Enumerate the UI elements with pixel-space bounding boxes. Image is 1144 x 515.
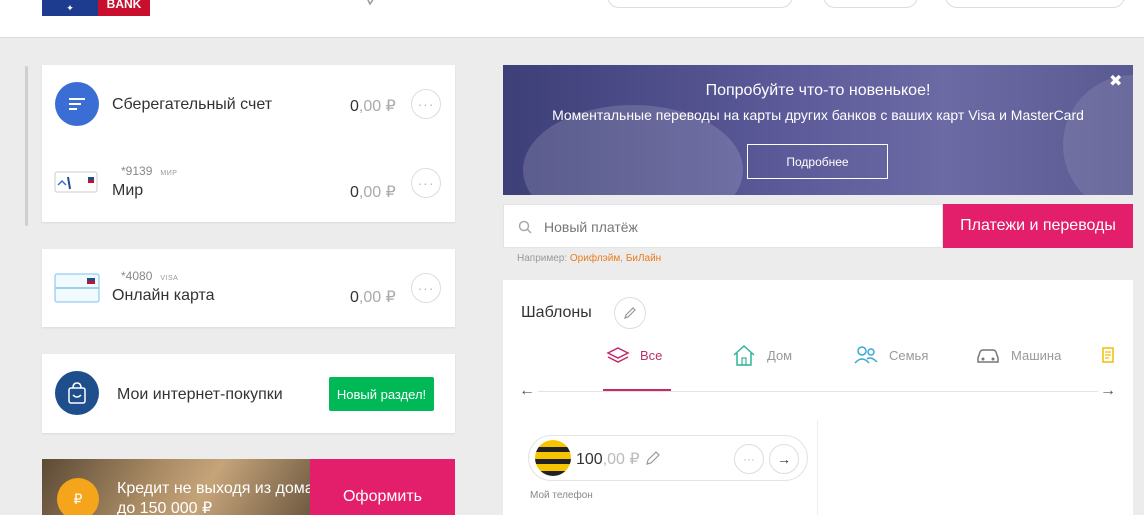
eagle-icon: ✦ — [66, 2, 74, 13]
example-link-beeline[interactable]: БиЛайн — [626, 253, 661, 264]
shopping-label: Мои интернет-покупки — [117, 386, 283, 403]
account-name: Сберегательный счет — [112, 96, 273, 113]
card-balance: 0,00 ₽ — [350, 184, 396, 201]
edit-templates-button[interactable] — [614, 297, 646, 329]
card-more-button[interactable]: ··· — [411, 273, 441, 303]
visa-card-icon — [54, 273, 100, 303]
logo-text: BANK — [98, 0, 150, 16]
promo-subtitle: Моментальные переводы на карты других ба… — [552, 107, 1084, 123]
layers-icon — [606, 347, 630, 363]
utilities-icon[interactable] — [1100, 346, 1116, 364]
template-my-phone[interactable]: 100,00 ₽ ··· → — [528, 435, 808, 481]
scroll-left-arrow[interactable]: ← — [519, 382, 535, 400]
template-more-button[interactable]: ··· — [734, 444, 764, 474]
ruble-coin-icon: ₽ — [57, 478, 99, 515]
example-link-oriflame[interactable]: Орифлэйм — [570, 253, 620, 264]
templates-title: Шаблоны — [521, 304, 592, 321]
mir-card-icon — [54, 171, 98, 193]
edit-template-icon[interactable] — [645, 450, 661, 466]
payment-search-input[interactable]: Новый платёж — [503, 204, 943, 248]
search-placeholder: Новый платёж — [544, 219, 638, 235]
user-icon — [580, 0, 590, 6]
pencil-icon — [624, 307, 636, 319]
header-pill-3[interactable] — [945, 0, 1125, 8]
tab-home[interactable]: Дом — [731, 342, 792, 368]
savings-account-card[interactable]: Сберегательный счет 0,00 ₽ ··· — [42, 65, 455, 143]
credit-text: Кредит не выходя из дома до 150 000 ₽ — [117, 480, 314, 515]
active-tab-indicator — [603, 389, 671, 391]
payments-transfers-button[interactable]: Платежи и переводы — [943, 204, 1133, 248]
tabs-divider — [538, 391, 1098, 392]
promo-title: Попробуйте что-то новенькое! — [705, 82, 931, 99]
card-balance: 0,00 ₽ — [350, 289, 396, 306]
credit-offer-banner[interactable]: ₽ Кредит не выходя из дома до 150 000 ₽ … — [42, 459, 455, 515]
card-more-button[interactable]: ··· — [411, 168, 441, 198]
card-number: *4080 VISA — [121, 269, 179, 283]
mir-card[interactable]: *9139 МИР Мир 0,00 ₽ ··· — [42, 143, 455, 222]
car-icon — [977, 349, 999, 363]
document-icon — [55, 82, 99, 126]
online-card[interactable]: *4080 VISA Онлайн карта 0,00 ₽ ··· — [42, 249, 455, 327]
bank-logo[interactable]: ✦ BANK — [42, 0, 150, 16]
new-section-badge[interactable]: Новый раздел! — [329, 377, 434, 411]
promo-banner: Попробуйте что-то новенькое! Моментальны… — [503, 65, 1133, 195]
shopping-bag-icon — [55, 371, 99, 415]
card-number: *9139 МИР — [121, 164, 178, 178]
template-go-button[interactable]: → — [769, 444, 799, 474]
top-bar: ✦ BANK — [0, 0, 1144, 38]
phone-icon — [367, 0, 374, 6]
header-pill-1[interactable] — [607, 0, 793, 8]
left-scrollbar[interactable] — [25, 66, 28, 226]
tab-all[interactable]: Все — [606, 342, 662, 368]
card-name: Мир — [112, 182, 144, 199]
template-amount: 100,00 ₽ — [576, 451, 640, 468]
scroll-right-arrow[interactable]: → — [1100, 382, 1116, 400]
card-name: Онлайн карта — [112, 287, 215, 304]
internet-shopping-card[interactable]: Мои интернет-покупки Новый раздел! — [42, 354, 455, 433]
search-icon — [518, 220, 532, 234]
account-more-button[interactable]: ··· — [411, 89, 441, 119]
house-icon — [733, 344, 755, 366]
column-divider — [817, 420, 818, 515]
account-balance: 0,00 ₽ — [350, 98, 396, 115]
promo-details-button[interactable]: Подробнее — [747, 144, 888, 179]
header-pill-2[interactable] — [823, 0, 918, 8]
apply-credit-button[interactable]: Оформить — [310, 459, 455, 515]
search-examples: Например: Орифлэйм, БиЛайн — [517, 253, 662, 264]
family-icon — [854, 346, 878, 364]
templates-panel: Шаблоны Все Дом Семья Машина ← → 100,00 … — [503, 280, 1133, 515]
close-icon[interactable]: ✖ — [1109, 71, 1122, 91]
tab-car[interactable]: Машина — [975, 342, 1061, 368]
tab-family[interactable]: Семья — [853, 342, 928, 368]
template-label: Мой телефон — [530, 490, 593, 501]
beeline-logo-icon — [535, 440, 571, 476]
